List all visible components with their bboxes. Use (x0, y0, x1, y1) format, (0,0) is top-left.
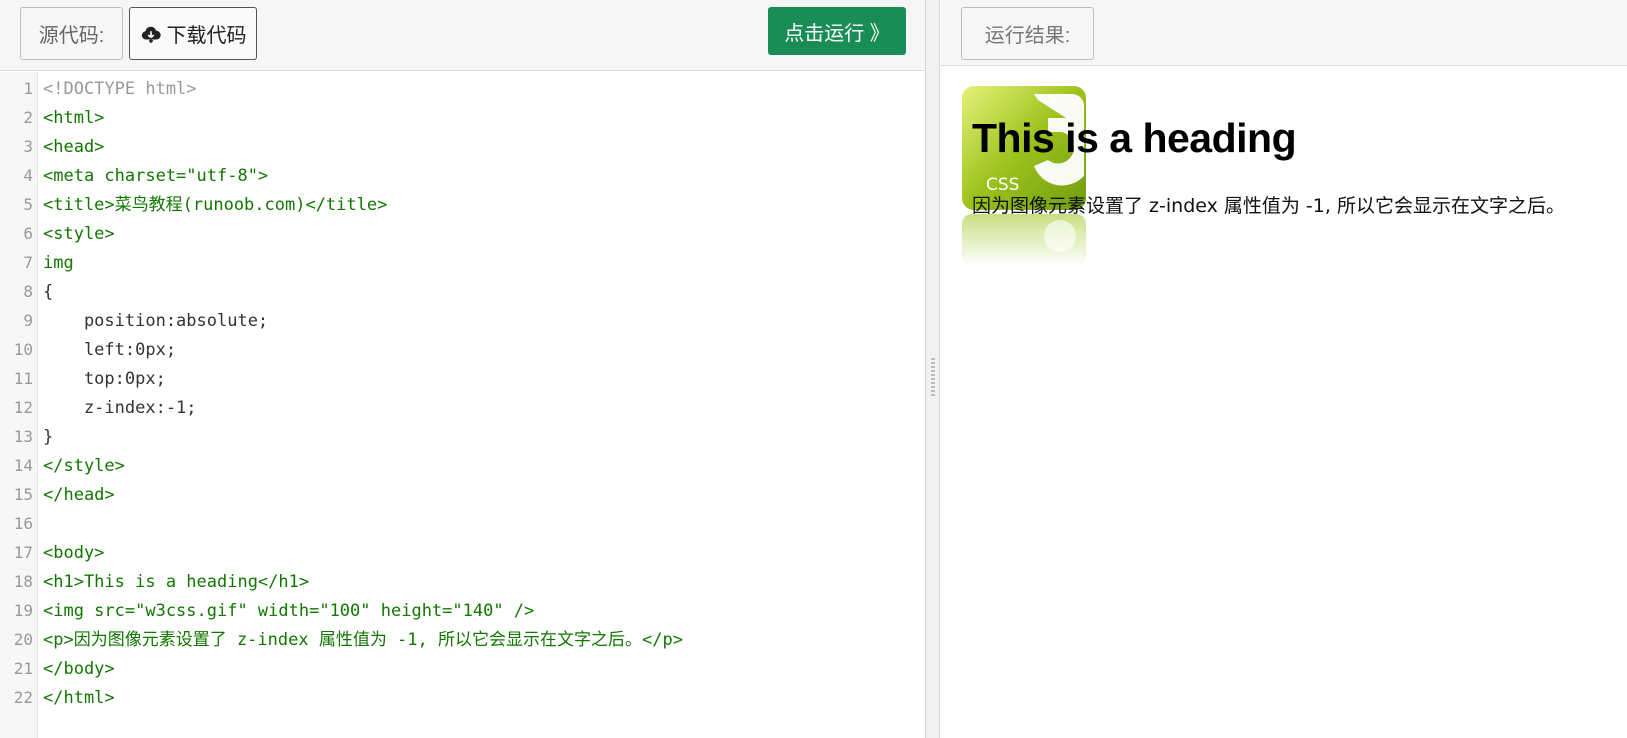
code-line[interactable]: 22 </html> (0, 683, 926, 713)
code-editor-app: 源代码: 下载代码 点击运行 》 1 <!DOCTYPE html> 2 <html… (0, 0, 1627, 738)
code-line[interactable]: 21 </body> (0, 654, 926, 684)
code-line[interactable]: 10 left:0px; (0, 335, 926, 365)
preview-paragraph: 因为图像元素设置了 z-index 属性值为 -1, 所以它会显示在文字之后。 (972, 195, 1565, 217)
code-line[interactable]: 13} (0, 422, 926, 452)
code-editor[interactable]: 1 <!DOCTYPE html> 2 <html> 3 <head> 4 <meta … (0, 72, 926, 738)
code-line[interactable]: 18 <h1>This is a heading</h1> (0, 567, 926, 597)
source-code-label: 源代码: (20, 7, 123, 60)
code-line[interactable]: 6 <style> (0, 219, 926, 249)
grip-icon[interactable] (931, 358, 935, 398)
code-line[interactable]: 17 <body> (0, 538, 926, 568)
code-line[interactable]: 1 <!DOCTYPE html> (0, 74, 926, 104)
cloud-download-icon (141, 26, 161, 43)
code-line[interactable]: 2 <html> (0, 103, 926, 133)
panel-resize-handle[interactable] (926, 0, 940, 738)
run-result-label: 运行结果: (961, 7, 1094, 60)
code-line[interactable]: 3 <head> (0, 132, 926, 162)
download-label: 下载代码 (166, 25, 247, 47)
css3-logo-image: CSS (962, 86, 1086, 266)
code-line[interactable]: 7 img (0, 248, 926, 278)
result-preview: CSS This is a heading 因为图像元素设置了 z-index … (941, 67, 1627, 738)
code-line[interactable]: 16 (0, 509, 926, 539)
code-line[interactable]: 20 <p>因为图像元素设置了 z-index 属性值为 -1, 所以它会显示在文… (0, 625, 926, 655)
result-toolbar: 运行结果: (941, 0, 1627, 66)
code-line[interactable]: 12 z-index:-1; (0, 393, 926, 423)
code-line[interactable]: 11 top:0px; (0, 364, 926, 394)
code-line[interactable]: 9 position:absolute; (0, 306, 926, 336)
run-button[interactable]: 点击运行 》 (768, 7, 906, 55)
code-line[interactable]: 5 <title>菜鸟教程(runoob.com)</title> (0, 190, 926, 220)
download-code-button[interactable]: 下载代码 (129, 7, 257, 60)
preview-heading: This is a heading (972, 115, 1297, 161)
result-panel: 运行结果: CSS This is a heading 因为图像元素设置了 z-… (941, 0, 1627, 738)
code-line[interactable]: 15 </head> (0, 480, 926, 510)
code-line[interactable]: 19 <img src="w3css.gif" width="100" heigh… (0, 596, 926, 626)
source-toolbar: 源代码: 下载代码 点击运行 》 (0, 0, 925, 71)
code-line[interactable]: 4 <meta charset="utf-8"> (0, 161, 926, 191)
source-panel: 源代码: 下载代码 点击运行 》 1 <!DOCTYPE html> 2 <html… (0, 0, 926, 738)
code-line[interactable]: 14 </style> (0, 451, 926, 481)
code-line[interactable]: 8{ (0, 277, 926, 307)
